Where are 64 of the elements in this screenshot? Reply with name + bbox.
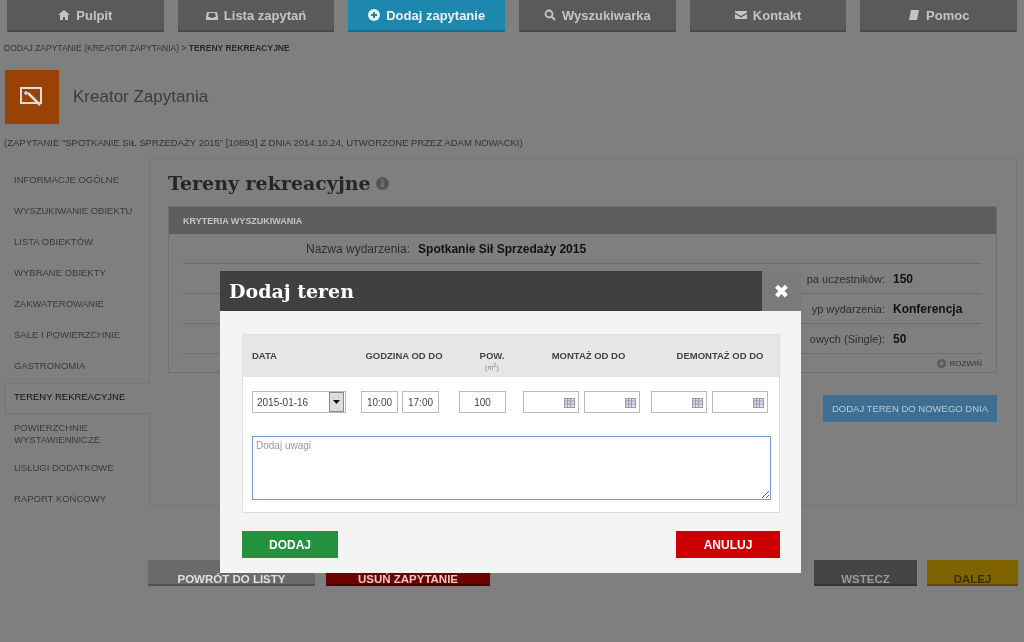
sidebar-item[interactable]: WYSZUKIWANIE OBIEKTU: [5, 197, 149, 228]
field-value: Spotkanie Sił Sprzedaży 2015: [418, 241, 587, 256]
sidebar-item[interactable]: RAPORT KOŃCOWY: [5, 485, 149, 516]
field-label: pa uczestników:: [806, 272, 885, 285]
field-value: Konferencja: [893, 301, 964, 316]
expand-link[interactable]: ROZWIŃ: [936, 359, 982, 368]
back-button[interactable]: WSTECZ: [814, 560, 917, 586]
breadcrumb: DODAJ ZAPYTANIE (KREATOR ZAPYTANIA) > TERENY REKREACYJNE: [4, 43, 291, 55]
envelope-icon: [734, 9, 747, 21]
field-label: yp wydarzenia:: [811, 302, 885, 315]
sidebar-item[interactable]: ZAKWATEROWANIE: [5, 290, 149, 321]
column-header: DATA: [251, 350, 278, 361]
section-title: Tereny rekreacyjne: [168, 172, 371, 194]
notes-field[interactable]: Dodaj uwagi: [252, 436, 771, 500]
calendar-icon: [625, 396, 636, 408]
column-header: GODZINA OD DO: [364, 350, 444, 361]
add-day-button[interactable]: DODAJ TEREN DO NOWEGO DNIA: [822, 395, 997, 422]
request-info: (ZAPYTANIE "SPOTKANIE SIŁ SPRZEDAŻY 2015" [10893] Z DNIA 2014.10.24, UTWORZONE PRZEZ ADAM NOWACKI): [4, 137, 524, 148]
criteria-header: KRYTERIA WYSZUKIWANIA: [169, 207, 996, 234]
sidebar-item[interactable]: POWIERZCHNIE WYSTAWIENNICZE: [5, 414, 149, 454]
dialog-title: Dodaj teren: [229, 280, 354, 302]
date-field[interactable]: [523, 391, 579, 413]
column-header: DEMONTAŻ OD DO: [675, 350, 765, 361]
field-value: 50: [893, 331, 908, 346]
close-button[interactable]: ✖: [762, 271, 801, 311]
wizard-logo-icon: [5, 70, 59, 124]
nav-tab[interactable]: Kontakt: [689, 0, 847, 32]
add-button[interactable]: DODAJ: [242, 531, 338, 558]
time-field[interactable]: 17:00: [402, 391, 439, 413]
column-header: MONTAŻ OD DO: [550, 350, 627, 361]
nav-tab[interactable]: Lista zapytań: [177, 0, 335, 32]
nav-tab[interactable]: Pulpit: [7, 0, 164, 32]
calendar-icon: [692, 396, 703, 408]
nav-tab[interactable]: Pomoc: [860, 0, 1018, 32]
sidebar-item[interactable]: USŁUGI DODATKOWE: [5, 454, 149, 485]
calendar-icon: [564, 396, 575, 408]
area-field[interactable]: 100: [459, 391, 506, 413]
inbox-icon: [205, 9, 218, 21]
field-label: Nazwa wydarzenia:: [306, 241, 411, 256]
sidebar-item[interactable]: TERENY REKREACYJNE: [5, 383, 150, 414]
sidebar-item[interactable]: INFORMACJE OGÓLNE: [5, 166, 149, 197]
home-icon: [58, 9, 71, 21]
date-field[interactable]: [651, 391, 707, 413]
next-button[interactable]: DALEJ: [927, 560, 1018, 586]
sidebar-item[interactable]: LISTA OBIEKTÓW: [5, 228, 149, 259]
field-label: owych (Single):: [809, 332, 885, 345]
nav-tab[interactable]: Wyszukiwarka: [519, 0, 676, 32]
time-field[interactable]: 10:00: [361, 391, 398, 413]
sidebar-item[interactable]: GASTRONOMIA: [5, 352, 149, 383]
date-field[interactable]: [584, 391, 640, 413]
page-title: Kreator Zapytania: [73, 87, 209, 107]
plus-circle-icon: [368, 9, 381, 21]
plus-circle-icon: [936, 359, 946, 368]
nav-tab[interactable]: Dodaj zapytanie: [348, 0, 505, 32]
calendar-icon: [753, 396, 764, 408]
cancel-button[interactable]: ANULUJ: [676, 531, 780, 558]
sidebar-item[interactable]: WYBRANE OBIEKTY: [5, 259, 149, 290]
search-icon: [544, 9, 557, 21]
field-value: 150: [893, 271, 915, 286]
date-select[interactable]: 2015-01-16: [252, 391, 346, 413]
book-icon: [908, 9, 920, 21]
caret-icon: [329, 392, 344, 412]
info-icon: [375, 176, 389, 190]
date-field[interactable]: [712, 391, 768, 413]
